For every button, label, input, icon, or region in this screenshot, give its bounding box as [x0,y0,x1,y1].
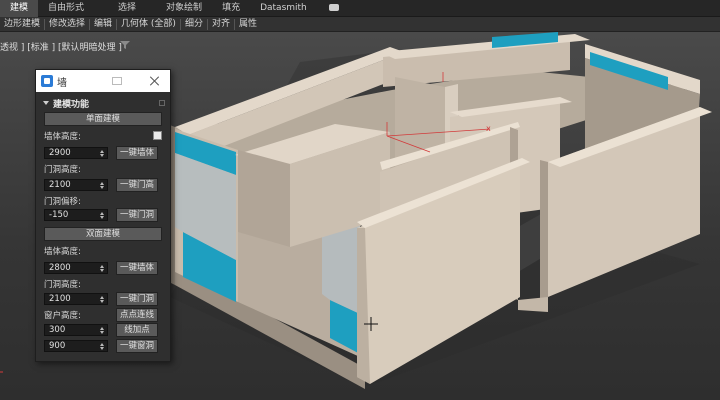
panel-titlebar[interactable]: 墙 [36,70,170,92]
wall-tool-panel: 墙 建模功能 单面建模 墙体高度: 2900 一键墙体 门洞高度: 2100 一… [35,69,171,362]
wall-height-label: 墙体高度: [44,132,81,142]
ribbon-tabs: 建模 自由形式 选择 对象绘制 填充 Datasmith [0,0,720,17]
spinner-icon[interactable] [100,343,105,350]
door-offset-value: -150 [49,210,69,220]
wall-height2-field[interactable]: 2800 [44,262,108,274]
close-icon[interactable] [146,72,164,90]
subtool-subdivision[interactable]: 细分 [181,18,208,30]
point-connect-button[interactable]: 点点连线 [116,308,158,322]
door-height-value: 2100 [49,180,71,190]
wall-height-field[interactable]: 2900 [44,147,108,159]
ribbon-options-icon [328,3,339,11]
panel-title: 墙 [57,77,67,89]
window-height-label: 窗户高度: [44,311,81,321]
subtool-properties[interactable]: 属性 [235,19,261,30]
rollout-options-icon[interactable] [159,100,165,106]
subtool-align[interactable]: 对齐 [208,18,235,30]
door-offset-field[interactable]: -150 [44,209,108,221]
tab-object-paint[interactable]: 对象绘制 [146,0,212,17]
door-offset-label: 门洞偏移: [44,197,81,207]
tab-selection[interactable]: 选择 [94,0,146,17]
window-sill-value: 300 [49,325,66,335]
spinner-icon[interactable] [100,265,105,272]
wall-height-value: 2900 [49,148,71,158]
svg-text:x: x [486,124,491,133]
rollout-title: 建模功能 [53,99,90,110]
tab-populate[interactable]: 填充 [212,0,250,17]
ribbon-options-button[interactable] [317,0,349,17]
spinner-icon[interactable] [100,182,105,189]
subtool-modify-selection[interactable]: 修改选择 [45,18,91,30]
door-height2-label: 门洞高度: [44,280,81,290]
window-height-value: 900 [49,341,66,351]
subtool-edit[interactable]: 编辑 [90,18,118,30]
door-height-label: 门洞高度: [44,165,81,175]
minimize-icon[interactable] [112,77,122,85]
wall-height-checkbox[interactable] [153,131,162,140]
one-key-window-button[interactable]: 一键窗洞 [116,339,158,353]
chevron-down-icon [43,101,49,105]
spinner-icon[interactable] [100,327,105,334]
door-height2-field[interactable]: 2100 [44,293,108,305]
one-key-wall-button[interactable]: 一键墙体 [116,146,158,160]
one-key-door-opening-button[interactable]: 一键门洞 [116,208,158,222]
ribbon-subtoolbar: 边形建模 修改选择 编辑 几何体 (全部) 细分 对齐 属性 [0,17,720,32]
door-height2-value: 2100 [49,294,71,304]
one-key-door-height-button[interactable]: 一键门高 [116,178,158,192]
window-sill-field[interactable]: 300 [44,324,108,336]
double-side-modeling-button[interactable]: 双面建模 [44,227,162,241]
door-height-field[interactable]: 2100 [44,179,108,191]
wall-height2-label: 墙体高度: [44,247,81,257]
one-key-door-opening2-button[interactable]: 一键门洞 [116,292,158,306]
one-key-wall2-button[interactable]: 一键墙体 [116,261,158,275]
wall-height2-value: 2800 [49,263,71,273]
spinner-icon[interactable] [100,150,105,157]
window-height-field[interactable]: 900 [44,340,108,352]
single-side-modeling-button[interactable]: 单面建模 [44,112,162,126]
spinner-icon[interactable] [100,212,105,219]
subtool-poly-modeling[interactable]: 边形建模 [0,18,46,30]
tab-freeform[interactable]: 自由形式 [38,0,94,17]
subtool-geometry-all[interactable]: 几何体 (全部) [117,18,181,30]
tab-datasmith[interactable]: Datasmith [250,0,317,17]
rollout-header[interactable]: 建模功能 [40,96,167,110]
app-icon [41,75,53,87]
spinner-icon[interactable] [100,296,105,303]
line-add-point-button[interactable]: 线加点 [116,323,158,337]
tab-modeling[interactable]: 建模 [0,0,39,17]
app-window: 建模 自由形式 选择 对象绘制 填充 Datasmith 边形建模 修改选择 编… [0,0,720,400]
